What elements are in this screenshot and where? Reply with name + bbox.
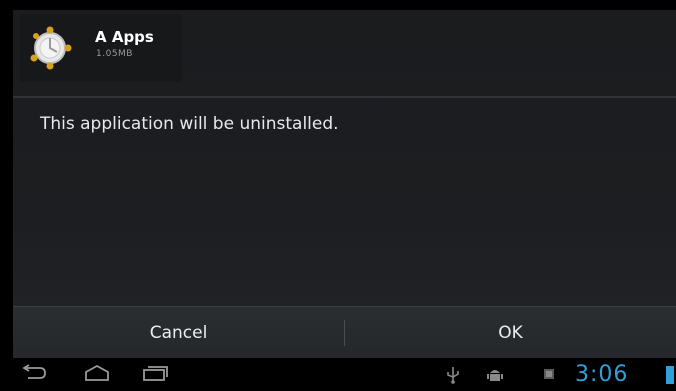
dialog-buttons: Cancel OK (13, 307, 676, 358)
home-icon[interactable] (83, 364, 111, 382)
cancel-button[interactable]: Cancel (13, 307, 344, 358)
ok-button[interactable]: OK (345, 307, 676, 358)
usb-icon (447, 367, 459, 384)
notification-icon (544, 369, 554, 379)
app-name: A Apps (95, 28, 154, 46)
header-divider (13, 96, 676, 98)
clock: 3:06 (575, 362, 629, 387)
back-icon[interactable] (20, 364, 48, 382)
battery-icon (666, 366, 674, 384)
app-size: 1.05MB (96, 49, 133, 59)
dialog-message: This application will be uninstalled. (40, 114, 339, 134)
android-debug-icon (487, 370, 503, 381)
recent-apps-icon[interactable] (141, 364, 169, 382)
app-icon (30, 26, 72, 70)
